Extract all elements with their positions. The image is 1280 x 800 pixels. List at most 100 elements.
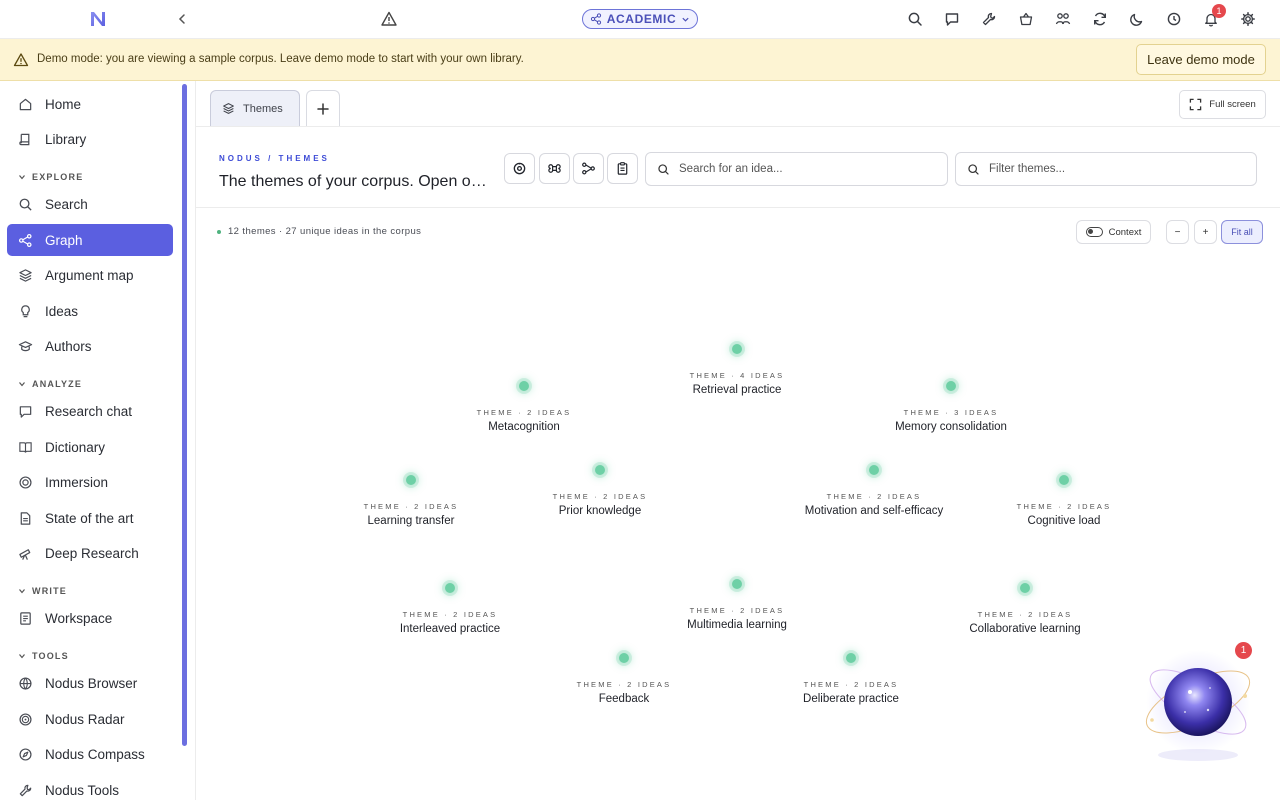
- theme-node-label: Deliberate practice: [803, 693, 899, 705]
- share-icon: [590, 13, 601, 25]
- graph-stats: 12 themes · 27 unique ideas in the corpu…: [217, 226, 421, 237]
- idea-search-input[interactable]: [679, 163, 919, 175]
- sidebar-item-authors[interactable]: Authors: [7, 330, 173, 362]
- theme-node[interactable]: THEME · 2 IDEAS Motivation and self-effi…: [774, 465, 974, 517]
- zoom-out-button[interactable]: −: [1166, 220, 1189, 244]
- sidebar-item-nodus-radar[interactable]: Nodus Radar: [7, 703, 173, 735]
- clipboard-button[interactable]: [607, 153, 638, 184]
- sidebar-item-state-of-the-art[interactable]: State of the art: [7, 502, 173, 534]
- theme-node[interactable]: THEME · 3 IDEAS Memory consolidation: [851, 381, 1051, 433]
- sidebar-item-home[interactable]: Home: [7, 88, 173, 120]
- sidebar-item-label: Library: [45, 131, 87, 147]
- sidebar-item-research-chat[interactable]: Research chat: [7, 395, 173, 427]
- chevron-down-icon: [19, 175, 25, 180]
- chat-icon[interactable]: [940, 8, 964, 30]
- sidebar-item-ideas[interactable]: Ideas: [7, 295, 173, 327]
- context-toggle[interactable]: Context: [1076, 220, 1151, 244]
- graduation-cap-icon: [18, 339, 33, 354]
- mode-selector[interactable]: ACADEMIC: [582, 9, 698, 29]
- section-tools[interactable]: TOOLS: [18, 651, 69, 661]
- sidebar-item-deep-research[interactable]: Deep Research: [7, 537, 173, 569]
- theme-node-label: Multimedia learning: [687, 619, 787, 631]
- add-tab-button[interactable]: [306, 90, 340, 126]
- theme-node-meta: THEME · 2 IDEAS: [402, 610, 498, 619]
- sidebar-scrollbar[interactable]: [182, 84, 187, 746]
- theme-node[interactable]: THEME · 2 IDEAS Cognitive load: [964, 475, 1164, 527]
- theme-node-dot: [519, 381, 529, 391]
- theme-node[interactable]: THEME · 2 IDEAS Prior knowledge: [500, 465, 700, 517]
- sidebar-item-label: Workspace: [45, 610, 113, 626]
- sidebar-item-nodus-tools[interactable]: Nodus Tools: [7, 774, 173, 800]
- basket-icon[interactable]: [1014, 8, 1038, 30]
- zoom-in-button[interactable]: +: [1194, 220, 1217, 244]
- section-analyze[interactable]: ANALYZE: [18, 379, 82, 389]
- sidebar-item-argument-map[interactable]: Argument map: [7, 259, 173, 291]
- tab-bar: [196, 81, 1280, 127]
- people-icon[interactable]: [1051, 8, 1075, 30]
- theme-node-dot: [732, 579, 742, 589]
- history-icon[interactable]: [1162, 8, 1186, 30]
- theme-node-dot: [406, 475, 416, 485]
- lightbulb-icon: [18, 304, 33, 319]
- demo-banner: Demo mode: you are viewing a sample corp…: [0, 39, 1280, 81]
- theme-node-meta: THEME · 2 IDEAS: [476, 408, 572, 417]
- bell-icon[interactable]: 1: [1199, 4, 1226, 30]
- theme-node[interactable]: THEME · 2 IDEAS Metacognition: [424, 381, 624, 433]
- sidebar-item-nodus-browser[interactable]: Nodus Browser: [7, 667, 173, 699]
- sidebar-item-dictionary[interactable]: Dictionary: [7, 431, 173, 463]
- gear-icon[interactable]: [1236, 8, 1260, 30]
- wrench-icon[interactable]: [977, 8, 1001, 30]
- theme-node[interactable]: THEME · 2 IDEAS Interleaved practice: [350, 583, 550, 635]
- search-icon: [968, 163, 979, 175]
- tab-themes[interactable]: Themes: [210, 90, 300, 126]
- cluster-button[interactable]: [539, 153, 570, 184]
- sidebar-item-label: Nodus Radar: [45, 711, 125, 727]
- sidebar-item-label: Immersion: [45, 474, 109, 490]
- theme-node-meta: THEME · 3 IDEAS: [903, 408, 999, 417]
- collapse-sidebar-icon[interactable]: [173, 10, 191, 28]
- sidebar-item-workspace[interactable]: Workspace: [7, 602, 173, 634]
- warning-icon[interactable]: [380, 10, 398, 28]
- search-icon[interactable]: [903, 8, 927, 30]
- sidebar-item-nodus-compass[interactable]: Nodus Compass: [7, 738, 173, 770]
- theme-node[interactable]: THEME · 2 IDEAS Learning transfer: [311, 475, 511, 527]
- theme-node-meta: THEME · 2 IDEAS: [826, 492, 922, 501]
- theme-node-dot: [846, 653, 856, 663]
- idea-search-box[interactable]: [645, 152, 948, 186]
- theme-node[interactable]: THEME · 2 IDEAS Feedback: [524, 653, 724, 705]
- theme-node[interactable]: THEME · 2 IDEAS Deliberate practice: [751, 653, 951, 705]
- sidebar-item-library[interactable]: Library: [7, 123, 173, 155]
- assistant-orb[interactable]: [1140, 640, 1260, 770]
- context-label: Context: [1108, 226, 1142, 238]
- fit-all-button[interactable]: Fit all: [1221, 220, 1263, 244]
- theme-node[interactable]: THEME · 2 IDEAS Collaborative learning: [925, 583, 1125, 635]
- theme-node-meta: THEME · 2 IDEAS: [576, 680, 672, 689]
- refresh-icon[interactable]: [1088, 8, 1112, 30]
- theme-filter-input[interactable]: [989, 163, 1229, 175]
- sidebar-item-label: Research chat: [45, 403, 133, 419]
- theme-node[interactable]: THEME · 4 IDEAS Retrieval practice: [637, 344, 837, 396]
- view-toggle-button[interactable]: [504, 153, 535, 184]
- layout-button[interactable]: [573, 153, 604, 184]
- fullscreen-button[interactable]: Full screen: [1179, 90, 1266, 119]
- theme-filter-box[interactable]: [955, 152, 1257, 186]
- sidebar-item-immersion[interactable]: Immersion: [7, 466, 173, 498]
- theme-node-meta: THEME · 2 IDEAS: [689, 606, 785, 615]
- sidebar-item-search[interactable]: Search: [7, 188, 173, 220]
- chat-icon: [18, 404, 33, 419]
- theme-node-dot: [619, 653, 629, 663]
- search-icon: [658, 163, 669, 175]
- theme-node-label: Cognitive load: [1027, 515, 1101, 527]
- theme-node[interactable]: THEME · 2 IDEAS Multimedia learning: [637, 579, 837, 631]
- section-write[interactable]: WRITE: [18, 586, 67, 596]
- theme-node-label: Retrieval practice: [692, 384, 782, 396]
- moon-icon[interactable]: [1125, 8, 1149, 30]
- leave-demo-button[interactable]: Leave demo mode: [1136, 44, 1266, 75]
- section-explore[interactable]: EXPLORE: [18, 172, 83, 182]
- nodus-logo[interactable]: [88, 9, 108, 29]
- section-title: EXPLORE: [32, 172, 84, 182]
- warning-icon: [13, 52, 29, 68]
- notification-badge: 1: [1212, 4, 1226, 18]
- sidebar-item-graph[interactable]: Graph: [7, 224, 173, 256]
- sidebar-item-label: Nodus Compass: [45, 746, 145, 762]
